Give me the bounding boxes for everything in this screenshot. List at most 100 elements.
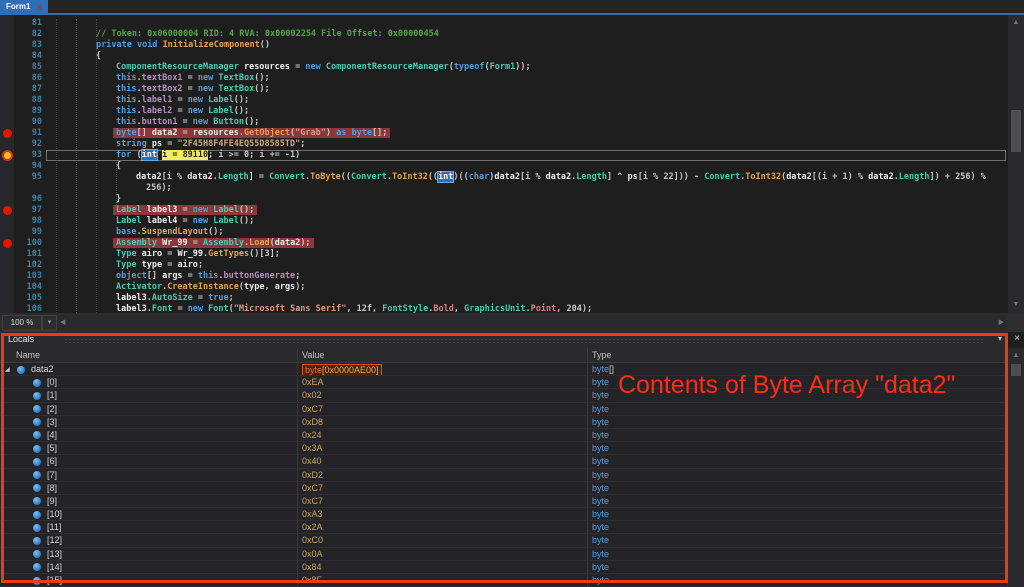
code-line: 256); <box>0 183 1008 194</box>
locals-panel: Locals ▾ Name Value Type ◢data2byte[0x00… <box>0 332 1008 587</box>
line-number: 81 <box>10 18 42 28</box>
code-token: data2 <box>187 172 213 182</box>
locals-row[interactable]: [10]0xA3byte <box>0 508 1008 521</box>
column-header-type[interactable]: Type <box>588 348 1008 362</box>
code-line: 100Assembly Wr_99 = Assembly.Load(data2)… <box>0 238 1008 249</box>
locals-row[interactable]: [15]0x8Fbyte <box>0 574 1008 587</box>
code-text: Activator.CreateInstance(type, args); <box>116 282 305 292</box>
code-token: , 204); <box>556 304 592 313</box>
locals-name-cell: [11] <box>0 521 298 533</box>
code-token: Convert <box>269 172 305 182</box>
column-header-value[interactable]: Value <box>298 348 588 362</box>
code-token: new <box>193 205 208 215</box>
scroll-up-icon[interactable]: ▲ <box>1008 17 1024 29</box>
locals-row[interactable]: ◢data2byte[0x0000AE00]byte[] <box>0 363 1008 376</box>
line-number: 94 <box>10 161 42 171</box>
value-text: 0xC0 <box>302 535 323 545</box>
code-token: ) <box>326 128 336 138</box>
variable-icon <box>33 563 41 571</box>
code-editor[interactable]: 8182// Token: 0x06000004 RID: 4 RVA: 0x0… <box>0 15 1008 313</box>
value-text: 0xA3 <box>302 509 323 519</box>
panel-close-icon[interactable]: × <box>1010 333 1024 346</box>
locals-vscroll-thumb[interactable] <box>1011 364 1021 376</box>
code-text: } <box>116 194 121 204</box>
locals-row[interactable]: [1]0x02byte <box>0 389 1008 402</box>
code-token: this <box>116 95 136 105</box>
code-token: label3 <box>116 293 147 303</box>
tab-close-icon[interactable]: × <box>36 3 41 11</box>
line-number: 88 <box>10 95 42 105</box>
variable-name: [9] <box>47 496 57 506</box>
zoom-dropdown-icon[interactable]: ▾ <box>42 315 57 331</box>
locals-type-cell: byte[] <box>588 363 1008 375</box>
code-token: AutoSize <box>152 293 193 303</box>
code-token: data2 <box>494 172 520 182</box>
locals-name-cell: [5] <box>0 442 298 454</box>
code-line: 83private void InitializeComponent() <box>0 40 1008 51</box>
locals-row[interactable]: [0]0xEAbyte <box>0 376 1008 389</box>
code-token: (); <box>234 95 249 105</box>
code-token: Load <box>249 238 269 248</box>
value-text: 0xC7 <box>302 483 323 493</box>
locals-name-cell: [0] <box>0 376 298 388</box>
locals-row[interactable]: [7]0xD2byte <box>0 469 1008 482</box>
locals-vscrollbar[interactable]: ▲ <box>1008 348 1024 587</box>
code-token: Form1 <box>490 62 516 72</box>
code-token: = <box>162 139 177 149</box>
locals-title-bar[interactable]: Locals ▾ <box>0 332 1008 348</box>
code-token: Label <box>208 95 234 105</box>
scroll-left-icon[interactable]: ◀ <box>60 315 65 330</box>
locals-row[interactable]: [11]0x2Abyte <box>0 521 1008 534</box>
locals-row[interactable]: [4]0x24byte <box>0 429 1008 442</box>
code-token: ps <box>152 139 162 149</box>
column-header-name[interactable]: Name <box>0 348 298 362</box>
code-token: , <box>264 282 274 292</box>
locals-row[interactable]: [6]0x40byte <box>0 455 1008 468</box>
locals-row[interactable]: [8]0xC7byte <box>0 482 1008 495</box>
code-token: string <box>116 139 147 149</box>
code-token: Type <box>116 260 136 270</box>
zoom-select[interactable]: 100 % <box>2 315 42 331</box>
line-number: 83 <box>10 40 42 50</box>
locals-row[interactable]: [14]0x84byte <box>0 561 1008 574</box>
code-token: textBox2 <box>142 84 183 94</box>
locals-row[interactable]: [9]0xC7byte <box>0 495 1008 508</box>
code-token: = <box>193 293 208 303</box>
code-text: Label label4 = new Label(); <box>116 216 254 226</box>
value-text: byte <box>592 417 609 427</box>
code-token: args <box>162 271 182 281</box>
locals-row[interactable]: [5]0x3Abyte <box>0 442 1008 455</box>
code-token: SuspendLayout <box>142 227 209 237</box>
scroll-down-icon[interactable]: ▼ <box>1008 299 1024 311</box>
code-text: Label label3 = new Label(); <box>113 205 257 215</box>
scroll-up-icon[interactable]: ▲ <box>1008 350 1024 362</box>
code-token: = <box>290 62 305 72</box>
code-token: ] = <box>249 172 269 182</box>
editor-vscrollbar[interactable]: ▲ ▼ <box>1008 15 1024 313</box>
code-text: byte[] data2 = resources.GetObject("Grab… <box>113 128 390 138</box>
value-text: 0x2A <box>302 522 323 532</box>
editor-hscrollbar[interactable]: ◀ ▶ <box>58 315 1006 330</box>
scroll-right-icon[interactable]: ▶ <box>999 315 1004 330</box>
code-token: ; <box>198 260 203 270</box>
code-token: Type <box>116 249 136 259</box>
variable-name: [7] <box>47 470 57 480</box>
locals-row[interactable]: [13]0x0Abyte <box>0 548 1008 561</box>
tab-form1[interactable]: Form1 × <box>0 0 48 13</box>
locals-row[interactable]: [12]0xC0byte <box>0 534 1008 547</box>
code-token: GetTypes <box>208 249 249 259</box>
expander-icon[interactable]: ◢ <box>5 366 10 373</box>
locals-row[interactable]: [3]0xD8byte <box>0 416 1008 429</box>
code-line: 85ComponentResourceManager resources = n… <box>0 62 1008 73</box>
code-line: 104Activator.CreateInstance(type, args); <box>0 282 1008 293</box>
value-text: byte <box>592 509 609 519</box>
code-line: 99base.SuspendLayout(); <box>0 227 1008 238</box>
editor-vscroll-thumb[interactable] <box>1011 110 1021 152</box>
panel-menu-icon[interactable]: ▾ <box>998 334 1002 343</box>
locals-name-cell: [2] <box>0 403 298 415</box>
code-token: = <box>162 249 177 259</box>
code-token: byte <box>352 128 372 138</box>
variable-icon <box>33 511 41 519</box>
drag-grip[interactable] <box>64 338 984 343</box>
locals-row[interactable]: [2]0xC7byte <box>0 403 1008 416</box>
